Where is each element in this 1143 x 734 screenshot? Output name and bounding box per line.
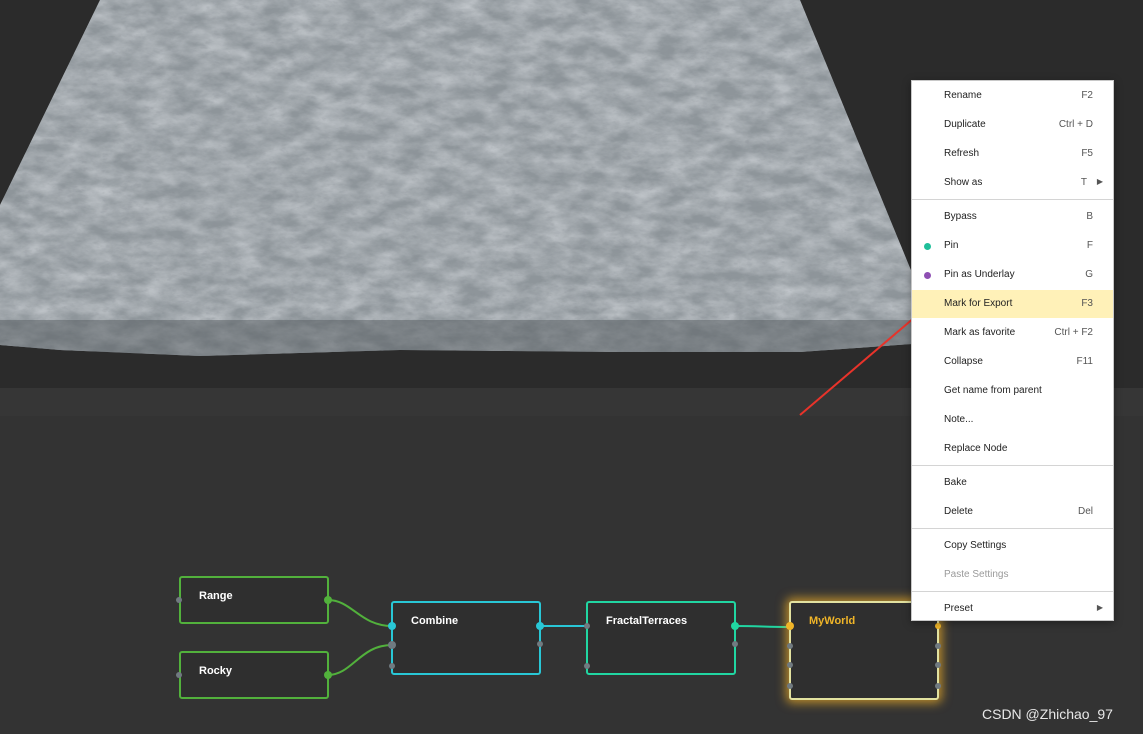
rocky-input-port[interactable] <box>176 672 182 678</box>
menu-item-duplicate[interactable]: Duplicate Ctrl + D <box>912 111 1113 139</box>
menu-item-label: Duplicate <box>944 119 986 130</box>
menu-item-rename[interactable]: Rename F2 <box>912 82 1113 110</box>
node-title: FractalTerraces <box>606 615 688 627</box>
menu-item-shortcut: B <box>1086 211 1093 222</box>
menu-item-label: Replace Node <box>944 443 1008 454</box>
combine-output-port[interactable] <box>536 622 544 630</box>
node-title: Rocky <box>199 665 233 677</box>
menu-item-label: Preset <box>944 603 973 614</box>
menu-item-label: Copy Settings <box>944 540 1007 551</box>
combine-input-port[interactable] <box>388 622 396 630</box>
node-range[interactable]: Range <box>179 576 329 624</box>
menu-item-shortcut: T <box>1080 177 1087 188</box>
myworld-output-port[interactable] <box>935 683 941 689</box>
menu-item-label: Pin <box>944 240 959 251</box>
menu-item-label: Pin as Underlay <box>944 269 1015 280</box>
menu-item-show-as[interactable]: Show as T ▶ <box>912 169 1113 197</box>
menu-item-shortcut: F5 <box>1081 148 1093 159</box>
menu-item-shortcut: F11 <box>1076 356 1094 367</box>
range-output-port[interactable] <box>324 596 332 604</box>
menu-item-label: Show as <box>944 177 983 188</box>
submenu-arrow-icon: ▶ <box>1096 603 1103 612</box>
menu-item-label: Delete <box>944 506 973 517</box>
menu-item-collapse[interactable]: Collapse F11 <box>912 348 1113 376</box>
node-title: Range <box>199 590 233 602</box>
submenu-arrow-icon: ▶ <box>1096 177 1103 186</box>
menu-item-label: Note... <box>944 414 974 425</box>
menu-separator <box>912 199 1113 200</box>
fractal-input-port[interactable] <box>584 623 590 629</box>
menu-separator <box>912 465 1113 466</box>
menu-item-copy-settings[interactable]: Copy Settings <box>912 532 1113 560</box>
myworld-output-port[interactable] <box>935 623 941 629</box>
fractal-mask-port[interactable] <box>584 663 590 669</box>
menu-item-bake[interactable]: Bake <box>912 469 1113 497</box>
node-fractal-terraces[interactable]: FractalTerraces <box>586 601 736 675</box>
combine-mask-port[interactable] <box>389 663 395 669</box>
menu-item-note[interactable]: Note... <box>912 406 1113 434</box>
menu-item-delete[interactable]: Delete Del <box>912 498 1113 526</box>
menu-item-label: Rename <box>944 90 982 101</box>
node-context-menu: Rename F2 Duplicate Ctrl + D Refresh F5 … <box>911 80 1114 621</box>
menu-item-shortcut: Ctrl + F2 <box>1054 327 1093 338</box>
myworld-input-port[interactable] <box>787 643 793 649</box>
underlay-dot-icon <box>924 272 931 279</box>
menu-item-pin[interactable]: Pin F <box>912 232 1113 260</box>
menu-item-shortcut: G <box>1085 269 1093 280</box>
combine-input-port[interactable] <box>388 641 396 649</box>
menu-item-refresh[interactable]: Refresh F5 <box>912 140 1113 168</box>
menu-item-pin-as-underlay[interactable]: Pin as Underlay G <box>912 261 1113 289</box>
menu-item-shortcut: Del <box>1077 506 1093 517</box>
range-input-port[interactable] <box>176 597 182 603</box>
rocky-output-port[interactable] <box>324 671 332 679</box>
menu-item-mark-as-favorite[interactable]: Mark as favorite Ctrl + F2 <box>912 319 1113 347</box>
fractal-output-port[interactable] <box>732 641 738 647</box>
myworld-input-port[interactable] <box>787 662 793 668</box>
menu-item-label: Paste Settings <box>944 569 1009 580</box>
menu-item-mark-for-export[interactable]: Mark for Export F3 <box>912 290 1113 318</box>
node-title: MyWorld <box>809 615 856 627</box>
fractal-output-port[interactable] <box>731 622 739 630</box>
menu-item-label: Collapse <box>944 356 983 367</box>
menu-item-shortcut: F3 <box>1081 298 1093 309</box>
menu-separator <box>912 591 1113 592</box>
menu-item-label: Refresh <box>944 148 980 159</box>
menu-item-label: Bake <box>944 477 967 488</box>
menu-separator <box>912 528 1113 529</box>
myworld-output-port[interactable] <box>935 662 941 668</box>
myworld-input-port[interactable] <box>787 683 793 689</box>
menu-item-shortcut: Ctrl + D <box>1058 119 1093 130</box>
watermark: CSDN @Zhichao_97 <box>982 706 1113 722</box>
myworld-output-port[interactable] <box>935 643 941 649</box>
menu-item-shortcut: F2 <box>1081 90 1093 101</box>
pin-dot-icon <box>924 243 931 250</box>
node-title: Combine <box>411 615 459 627</box>
menu-item-paste-settings: Paste Settings <box>912 561 1113 589</box>
node-rocky[interactable]: Rocky <box>179 651 329 699</box>
node-combine[interactable]: Combine <box>391 601 541 675</box>
menu-item-replace-node[interactable]: Replace Node <box>912 435 1113 463</box>
menu-item-bypass[interactable]: Bypass B <box>912 203 1113 231</box>
combine-output-port[interactable] <box>537 641 543 647</box>
menu-item-preset[interactable]: Preset ▶ <box>912 595 1113 623</box>
menu-item-shortcut: F <box>1086 240 1093 251</box>
myworld-input-port[interactable] <box>786 622 794 630</box>
menu-item-get-name-from-parent[interactable]: Get name from parent <box>912 377 1113 405</box>
menu-item-label: Mark as favorite <box>944 327 1016 338</box>
menu-item-label: Mark for Export <box>944 298 1013 309</box>
menu-item-label: Bypass <box>944 211 977 222</box>
menu-item-label: Get name from parent <box>944 385 1042 396</box>
